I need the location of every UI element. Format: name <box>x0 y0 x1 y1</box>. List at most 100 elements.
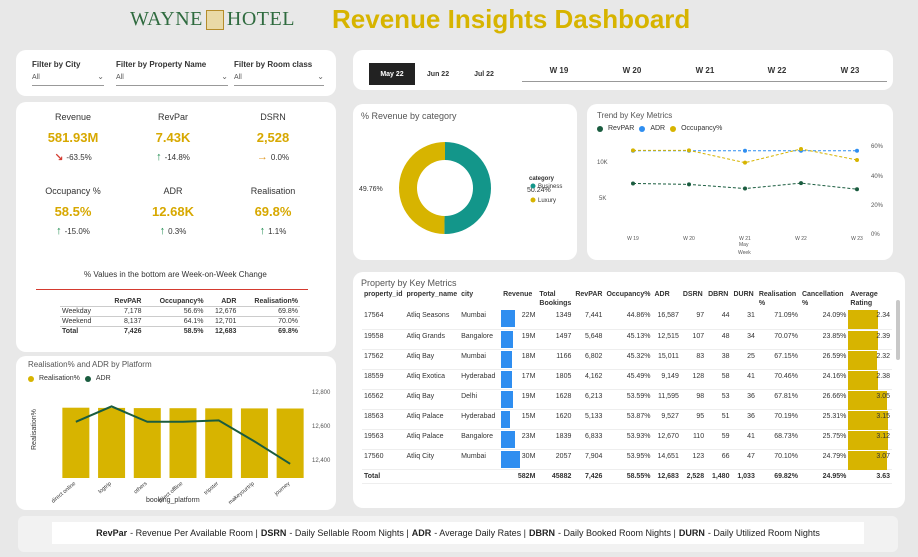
x-tick: W 20 <box>683 236 695 242</box>
month-chip-jul[interactable]: Jul 22 <box>464 63 504 85</box>
y2-tick: 0% <box>871 232 880 238</box>
arrow-up-icon: ↑ <box>159 225 166 237</box>
week-chip-23[interactable]: W 23 <box>813 66 887 82</box>
revenue-bar <box>501 310 516 327</box>
chevron-down-icon: ⌄ <box>317 72 324 81</box>
data-point[interactable] <box>743 186 747 191</box>
week-chip-21[interactable]: W 21 <box>668 66 742 82</box>
x-sub-label: May <box>739 242 749 248</box>
property-filter[interactable]: Filter by Property Name All ⌄ <box>116 60 228 86</box>
y-tick: 5K <box>599 196 606 202</box>
city-filter[interactable]: Filter by City All ⌄ <box>32 60 104 86</box>
table-row[interactable]: 18563 Atliq Palace Hyderabad 15M 1620 5,133 53… <box>362 409 892 430</box>
table-row: Weekday 7,178 56.6% 12,676 69.8% <box>62 308 298 315</box>
revenue-bar <box>501 450 521 468</box>
logo-text-left: WAYNE <box>130 8 203 30</box>
table-row[interactable]: 17564 Atliq Seasons Mumbai 22M 1349 7,441 44.8… <box>362 309 892 330</box>
week-chip-22[interactable]: W 22 <box>740 66 814 82</box>
table-row: Weekend 8,137 64.1% 12,701 70.0% <box>60 316 300 327</box>
y2-tick: 40% <box>871 174 884 180</box>
bar-journey[interactable] <box>276 408 304 479</box>
platform-chart-title: Realisation% and ADR by Platform <box>28 360 152 369</box>
arrow-down-icon: ↘ <box>54 152 64 164</box>
bar-makeyourtrip[interactable] <box>240 408 268 478</box>
weekday-weekend-table: RevPAR Occupancy% ADR Realisation% Weekd… <box>60 297 300 336</box>
data-point[interactable] <box>743 148 747 153</box>
legend-title: category <box>529 176 555 182</box>
x-tick: logtrip <box>98 481 113 495</box>
data-point[interactable] <box>799 181 803 186</box>
data-point[interactable] <box>855 187 859 192</box>
data-point[interactable] <box>631 148 635 153</box>
arrow-right-icon: → <box>256 151 268 163</box>
data-point[interactable] <box>743 160 747 165</box>
data-point[interactable] <box>687 182 691 187</box>
trend-chart-title: Trend by Key Metrics <box>597 111 673 120</box>
property-filter-label: Filter by Property Name <box>116 60 207 69</box>
month-chip-may[interactable]: May 22 <box>369 63 415 85</box>
property-table-title: Property by Key Metrics <box>361 278 457 288</box>
chevron-down-icon: ⌄ <box>221 72 228 81</box>
table-row[interactable]: 17560 Atliq City Mumbai 30M 2057 7,904 53.95% 1… <box>362 449 892 470</box>
x-tick: journey <box>273 481 292 498</box>
bar-logtrip[interactable] <box>98 407 126 478</box>
table-row[interactable]: 18559 Atliq Exotica Hyderabad 17M 1805 4,162 4… <box>362 369 892 390</box>
table-total-row: Total 582M 45882 7,426 58.55% 12,683 2,5… <box>362 468 892 484</box>
revenue-bar <box>501 390 514 408</box>
rating-bar <box>848 350 878 370</box>
table-row[interactable]: 16562 Atliq Bay Delhi 19M 1628 6,213 53.59% 11,… <box>362 389 892 410</box>
room-class-filter[interactable]: Filter by Room class All ⌄ <box>234 60 324 86</box>
kpi-realisation: Realisation 69.8% ↑ 1.1% <box>250 186 296 237</box>
x-axis-label: Week <box>738 250 751 256</box>
data-point[interactable] <box>799 146 803 151</box>
glossary-footer: RevPar - Revenue Per Available Room | DSR… <box>18 516 898 552</box>
y-axis-label: Realisation% <box>31 409 38 450</box>
arrow-up-icon: ↑ <box>156 151 162 163</box>
hotel-logo: WAYNE HOTEL <box>130 8 295 31</box>
y2-tick: 12,800 <box>312 390 331 396</box>
week-chip-20[interactable]: W 20 <box>595 66 669 82</box>
data-point[interactable] <box>687 148 691 153</box>
bar-tripster[interactable] <box>205 408 233 478</box>
table-row[interactable]: 19558 Atliq Grands Bangalore 19M 1497 5,648 45… <box>362 329 892 350</box>
table-row[interactable]: 19563 Atliq Palace Bangalore 23M 1839 6,833 53… <box>362 429 892 450</box>
arrow-up-icon: ↑ <box>56 225 62 237</box>
y-tick: 10K <box>597 160 608 166</box>
x-tick: W 19 <box>627 236 639 242</box>
x-tick: makeyourtrip <box>227 481 255 506</box>
crest-icon <box>205 9 224 30</box>
kpi-revenue: Revenue 581.93M ↘ -63.5% <box>47 112 99 164</box>
x-tick: tripster <box>203 481 220 497</box>
bar-direct-offline[interactable] <box>169 408 197 478</box>
city-filter-select[interactable]: All ⌄ <box>32 72 104 86</box>
arrow-up-icon: ↑ <box>259 225 266 237</box>
kpi-occupancy: Occupancy % 58.5% ↑ -15.0% <box>45 186 101 237</box>
x-tick: W 22 <box>795 236 807 242</box>
property-table: property_id property_name city Revenue T… <box>362 289 892 484</box>
month-chip-jun[interactable]: Jun 22 <box>418 63 458 85</box>
table-total-row: Total 7,426 58.5% 12,683 69.8% <box>60 326 300 336</box>
table-row[interactable]: 17562 Atliq Bay Mumbai 18M 1166 6,802 45.32% 15… <box>362 349 892 370</box>
property-filter-select[interactable]: All ⌄ <box>116 72 228 86</box>
logo-text-right: HOTEL <box>226 8 295 30</box>
legend-dot <box>530 183 536 189</box>
data-point[interactable] <box>855 157 859 162</box>
kpi-dsrn: DSRN 2,528 → 0.0% <box>256 112 290 163</box>
revenue-bar <box>501 430 516 448</box>
kpi-note: % Values in the bottom are Week-on-Week … <box>84 270 267 279</box>
x-tick: W 23 <box>851 236 863 242</box>
revenue-bar <box>501 330 514 348</box>
trend-chart: 10K 5K 60% 40% 20% 0% W 19 W 20 W 21 W 22 W … <box>597 144 884 256</box>
category-donut: 50.24% 49.76% category Business Luxury <box>359 142 562 234</box>
slice-business[interactable] <box>444 142 492 234</box>
week-chip-19[interactable]: W 19 <box>522 66 596 82</box>
data-point[interactable] <box>855 148 859 153</box>
rating-bar <box>848 370 879 390</box>
room-class-filter-select[interactable]: All ⌄ <box>234 72 324 86</box>
data-point[interactable] <box>631 181 635 186</box>
chevron-down-icon: ⌄ <box>97 72 104 81</box>
x-axis-label: booking_platform <box>146 497 200 504</box>
table-scrollbar[interactable] <box>896 300 900 360</box>
kpi-adr: ADR 12.68K ↑ 0.3% <box>152 186 194 237</box>
slice-luxury[interactable] <box>399 142 445 234</box>
